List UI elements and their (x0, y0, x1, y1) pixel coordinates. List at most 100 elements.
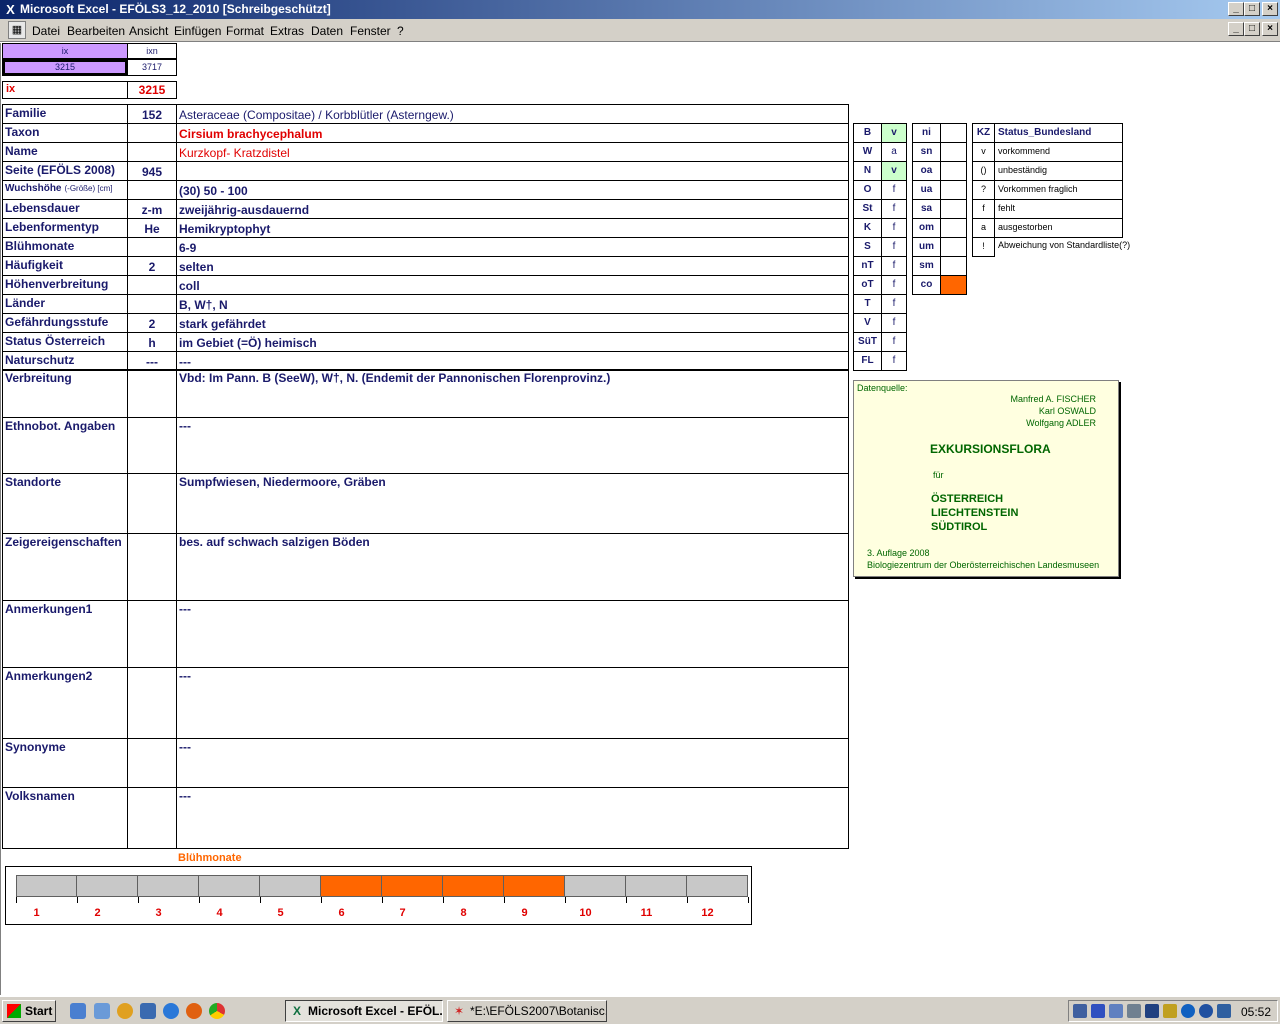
row-code-cell[interactable]: 945 (127, 161, 177, 181)
row-code-cell[interactable]: --- (127, 351, 177, 371)
row-label-cell[interactable]: Höhenverbreitung (2, 275, 128, 295)
desktop-icon[interactable] (70, 1003, 86, 1019)
row-value-cell[interactable]: selten (176, 256, 849, 276)
row-value-cell[interactable]: (30) 50 - 100 (176, 180, 849, 200)
taskbar-task-button[interactable]: X Microsoft Excel - EFÖL... (285, 1000, 443, 1022)
text-row-empty-cell[interactable] (127, 473, 177, 534)
firefox-icon[interactable] (186, 1003, 202, 1019)
land-code-cell[interactable]: S (853, 237, 882, 257)
row-label-cell[interactable]: Wuchshöhe (-Größe) [cm] (2, 180, 128, 200)
hoehe-value-cell[interactable] (940, 123, 967, 143)
ixn-value-cell[interactable]: 3717 (127, 59, 177, 76)
text-row-label-cell[interactable]: Zeigereigenschaften (2, 533, 128, 601)
text-row-empty-cell[interactable] (127, 533, 177, 601)
row-code-cell[interactable]: 2 (127, 313, 177, 333)
land-status-cell[interactable]: a (881, 142, 907, 162)
legend-kz-cell[interactable]: a (972, 218, 995, 238)
hoehe-code-cell[interactable]: um (912, 237, 941, 257)
network-icon[interactable] (140, 1003, 156, 1019)
row-label-cell[interactable]: Lebenformentyp (2, 218, 128, 238)
hoehe-code-cell[interactable]: co (912, 275, 941, 295)
text-row-label-cell[interactable]: Synonyme (2, 738, 128, 788)
hoehe-code-cell[interactable]: ua (912, 180, 941, 200)
text-row-empty-cell[interactable] (127, 600, 177, 668)
text-row-value-cell[interactable]: bes. auf schwach salzigen Böden (176, 533, 849, 601)
row-label-cell[interactable]: Lebensdauer (2, 199, 128, 219)
antivirus-tray-icon[interactable] (1199, 1004, 1213, 1018)
text-row-empty-cell[interactable] (127, 787, 177, 849)
hoehe-value-cell[interactable] (940, 199, 967, 219)
minimize-button[interactable]: _ (1228, 2, 1244, 16)
text-row-empty-cell[interactable] (127, 369, 177, 418)
row-value-cell[interactable]: im Gebiet (=Ö) heimisch (176, 332, 849, 352)
land-code-cell[interactable]: B (853, 123, 882, 143)
row-value-cell[interactable]: Hemikryptophyt (176, 218, 849, 238)
row-label-cell[interactable]: Naturschutz (2, 351, 128, 371)
text-row-label-cell[interactable]: Standorte (2, 473, 128, 534)
chrome-icon[interactable] (209, 1003, 225, 1019)
land-code-cell[interactable]: SüT (853, 332, 882, 352)
text-row-empty-cell[interactable] (127, 667, 177, 739)
text-row-empty-cell[interactable] (127, 738, 177, 788)
row-label-cell[interactable]: Status Österreich (2, 332, 128, 352)
hoehe-value-cell[interactable] (940, 142, 967, 162)
ix-value-cell[interactable]: 3215 (2, 59, 128, 76)
land-code-cell[interactable]: nT (853, 256, 882, 276)
row-value-cell[interactable]: B, W†, N (176, 294, 849, 314)
explorer-icon[interactable] (94, 1003, 110, 1019)
land-status-cell[interactable]: f (881, 294, 907, 314)
text-row-value-cell[interactable]: --- (176, 787, 849, 849)
land-status-cell[interactable]: f (881, 351, 907, 371)
menu-fenster[interactable]: Fenster (350, 24, 391, 38)
legend-kz-cell[interactable]: () (972, 161, 995, 181)
land-code-cell[interactable]: N (853, 161, 882, 181)
menu-bearbeiten[interactable]: Bearbeiten (67, 24, 125, 38)
legend-text-cell[interactable]: Abweichung von Standardliste(?) (994, 237, 1130, 257)
row-label-cell[interactable]: Familie (2, 104, 128, 124)
row-code-cell[interactable]: h (127, 332, 177, 352)
menu-einfuegen[interactable]: Einfügen (174, 24, 221, 38)
row-code-cell[interactable]: 152 (127, 104, 177, 124)
text-row-empty-cell[interactable] (127, 417, 177, 474)
info-tray-icon[interactable] (1181, 1004, 1195, 1018)
taskbar-task-button[interactable]: ✶ *E:\EFÖLS2007\Botanisc... (447, 1000, 607, 1022)
media-player-icon[interactable] (117, 1003, 133, 1019)
hoehe-code-cell[interactable]: sm (912, 256, 941, 276)
row-code-cell[interactable]: He (127, 218, 177, 238)
land-code-cell[interactable]: O (853, 180, 882, 200)
row-label-cell[interactable]: Taxon (2, 123, 128, 143)
land-code-cell[interactable]: St (853, 199, 882, 219)
row-code-cell[interactable] (127, 294, 177, 314)
row-code-cell[interactable] (127, 180, 177, 200)
menu-format[interactable]: Format (226, 24, 264, 38)
land-status-cell[interactable]: f (881, 237, 907, 257)
row-value-cell[interactable] (176, 161, 849, 181)
power-tray-icon[interactable] (1217, 1004, 1231, 1018)
legend-text-cell[interactable]: fehlt (994, 199, 1123, 219)
row-value-cell[interactable]: Asteraceae (Compositae) / Korbblütler (A… (176, 104, 849, 124)
land-code-cell[interactable]: V (853, 313, 882, 333)
legend-kz-cell[interactable]: ? (972, 180, 995, 200)
land-status-cell[interactable]: f (881, 313, 907, 333)
row-label-cell[interactable]: Gefährdungsstufe (2, 313, 128, 333)
hoehe-value-cell[interactable] (940, 275, 967, 295)
land-status-cell[interactable]: f (881, 199, 907, 219)
land-status-cell[interactable]: f (881, 256, 907, 276)
menu-daten[interactable]: Daten (311, 24, 343, 38)
row-value-cell[interactable]: stark gefährdet (176, 313, 849, 333)
row-value-cell[interactable]: 6-9 (176, 237, 849, 257)
land-status-cell[interactable]: v (881, 123, 907, 143)
text-row-value-cell[interactable]: --- (176, 600, 849, 668)
text-row-value-cell[interactable]: --- (176, 738, 849, 788)
row-code-cell[interactable] (127, 275, 177, 295)
row-label-cell[interactable]: Name (2, 142, 128, 162)
doc-restore-button[interactable]: □ (1244, 22, 1260, 36)
legend-status-header-cell[interactable]: Status_Bundesland (994, 123, 1123, 143)
row-value-cell[interactable]: Kurzkopf- Kratzdistel (176, 142, 849, 162)
doc-minimize-button[interactable]: _ (1228, 22, 1244, 36)
ixn-header-cell[interactable]: ixn (127, 43, 177, 59)
row-value-cell[interactable]: --- (176, 351, 849, 371)
land-code-cell[interactable]: K (853, 218, 882, 238)
legend-kz-cell[interactable]: ! (972, 237, 995, 257)
hoehe-code-cell[interactable]: om (912, 218, 941, 238)
